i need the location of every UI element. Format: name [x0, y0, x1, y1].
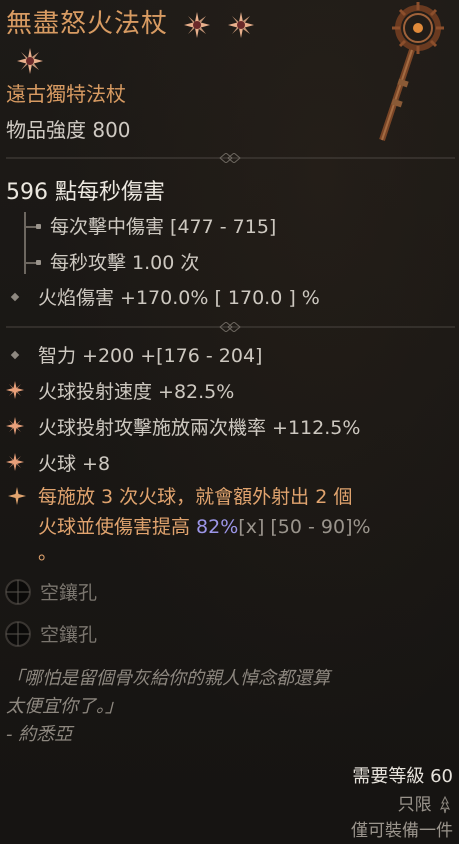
flavor-author: - 約悉亞	[6, 724, 73, 745]
legendary-power-line3: 。	[38, 542, 58, 564]
item-tooltip: 無盡怒火法杖 遠古獨特法杖 物品強度 800 596 點每秒傷害 每次擊中傷害 …	[0, 0, 459, 844]
starburst-affix-icon	[6, 381, 24, 399]
attacks-per-second: 每秒攻擊 1.00 次	[50, 252, 200, 274]
diamond-bullet-icon	[10, 292, 20, 302]
legendary-power-line2: 火球並使傷害提高 82%[x] [50 - 90]%	[38, 516, 371, 538]
flavor-text-line1: 「哪怕是留個骨灰給你的親人悼念都還算	[6, 668, 330, 689]
item-power: 物品強度 800	[6, 118, 131, 142]
section-divider	[6, 322, 455, 332]
empty-socket-icon	[5, 621, 31, 647]
branch-dot-icon	[36, 224, 41, 229]
gem-icon	[227, 11, 254, 38]
fireball-double-cast-affix: 火球投射攻擊施放兩次機率 +112.5%	[38, 417, 361, 439]
branch-dot-icon	[36, 260, 41, 265]
legendary-power-line1: 每施放 3 次火球，就會額外射出 2 個	[38, 486, 353, 508]
starburst-affix-icon	[6, 453, 24, 471]
section-divider	[6, 153, 455, 163]
damage-per-hit: 每次擊中傷害 [477 - 715]	[50, 216, 277, 238]
required-level: 需要等級 60	[352, 766, 453, 787]
legendary-roll-value: 82%	[196, 516, 239, 538]
item-type: 遠古獨特法杖	[6, 82, 126, 106]
fire-damage: 火焰傷害 +170.0% [ 170.0 ] %	[38, 287, 320, 309]
fireball-speed-affix: 火球投射速度 +82.5%	[38, 381, 235, 403]
gem-icon	[184, 11, 211, 38]
gem-icon	[17, 47, 43, 74]
flavor-text-line2: 太便宜你了。」	[6, 696, 123, 717]
legendary-sparkle-icon	[8, 487, 26, 505]
intelligence-affix: 智力 +200 +[176 - 204]	[38, 345, 263, 367]
empty-socket-icon	[5, 579, 31, 605]
stat-tree-line	[24, 212, 26, 274]
socket-label: 空鑲孔	[40, 624, 98, 646]
fireball-rank-affix: 火球 +8	[38, 453, 111, 475]
starburst-affix-icon	[6, 417, 24, 435]
equip-limit: 僅可裝備一件	[351, 821, 453, 841]
item-name: 無盡怒火法杖	[6, 9, 169, 39]
item-title: 無盡怒火法杖	[6, 6, 386, 78]
diamond-bullet-icon	[10, 350, 20, 360]
socket-label: 空鑲孔	[40, 582, 98, 604]
class-restriction: 只限	[398, 790, 453, 815]
dps-value: 596 點每秒傷害	[6, 180, 165, 205]
sorcerer-class-icon	[440, 795, 450, 814]
